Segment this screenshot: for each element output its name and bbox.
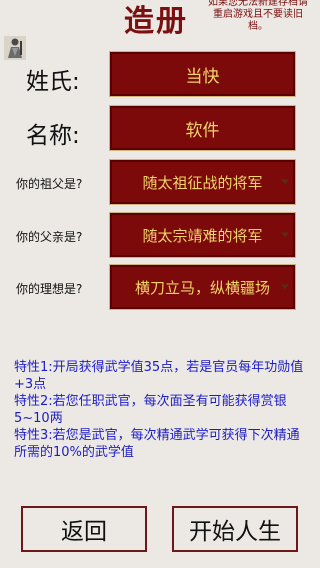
trait-2: 特性2:若您任职武官，每次面圣有可能获得赏银5~10两 bbox=[14, 394, 287, 426]
grandfather-select[interactable]: 随太祖征战的将军 bbox=[109, 159, 296, 205]
chevron-down-icon bbox=[281, 232, 289, 238]
page-title: 造册 bbox=[124, 4, 188, 39]
traits-description: 特性1:开局获得武学值35点，若是官员每年功勋值+3点 特性2:若您任职武官，每… bbox=[14, 359, 310, 461]
trait-1: 特性1:开局获得武学值35点，若是官员每年功勋值+3点 bbox=[14, 360, 304, 392]
chevron-down-icon bbox=[281, 179, 289, 185]
father-value: 随太宗靖难的将军 bbox=[142, 226, 263, 245]
trait-3: 特性3:若您是武官，每次精通武学可获得下次精通所需的10%的武学值 bbox=[14, 428, 300, 460]
name-field[interactable]: 软件 bbox=[109, 105, 296, 151]
surname-label: 姓氏: bbox=[26, 69, 80, 95]
surname-value: 当快 bbox=[185, 66, 220, 87]
ideal-label: 你的理想是? bbox=[16, 282, 83, 296]
save-warning-notice: 如果您无法新建存档请重启游戏且不要读旧档。 bbox=[208, 0, 308, 32]
ideal-select[interactable]: 横刀立马，纵横疆场 bbox=[109, 264, 296, 310]
surname-field[interactable]: 当快 bbox=[109, 51, 296, 97]
start-life-button[interactable]: 开始人生 bbox=[172, 506, 298, 552]
grandfather-value: 随太祖征战的将军 bbox=[142, 173, 263, 192]
grandfather-label: 你的祖父是? bbox=[16, 177, 83, 191]
character-portrait-icon[interactable] bbox=[4, 36, 26, 60]
father-select[interactable]: 随太宗靖难的将军 bbox=[109, 212, 296, 258]
name-value: 软件 bbox=[185, 120, 220, 141]
name-label: 名称: bbox=[26, 123, 80, 149]
chevron-down-icon bbox=[281, 284, 289, 290]
ideal-value: 横刀立马，纵横疆场 bbox=[134, 278, 270, 297]
back-button[interactable]: 返回 bbox=[21, 506, 147, 552]
father-label: 你的父亲是? bbox=[16, 230, 83, 244]
